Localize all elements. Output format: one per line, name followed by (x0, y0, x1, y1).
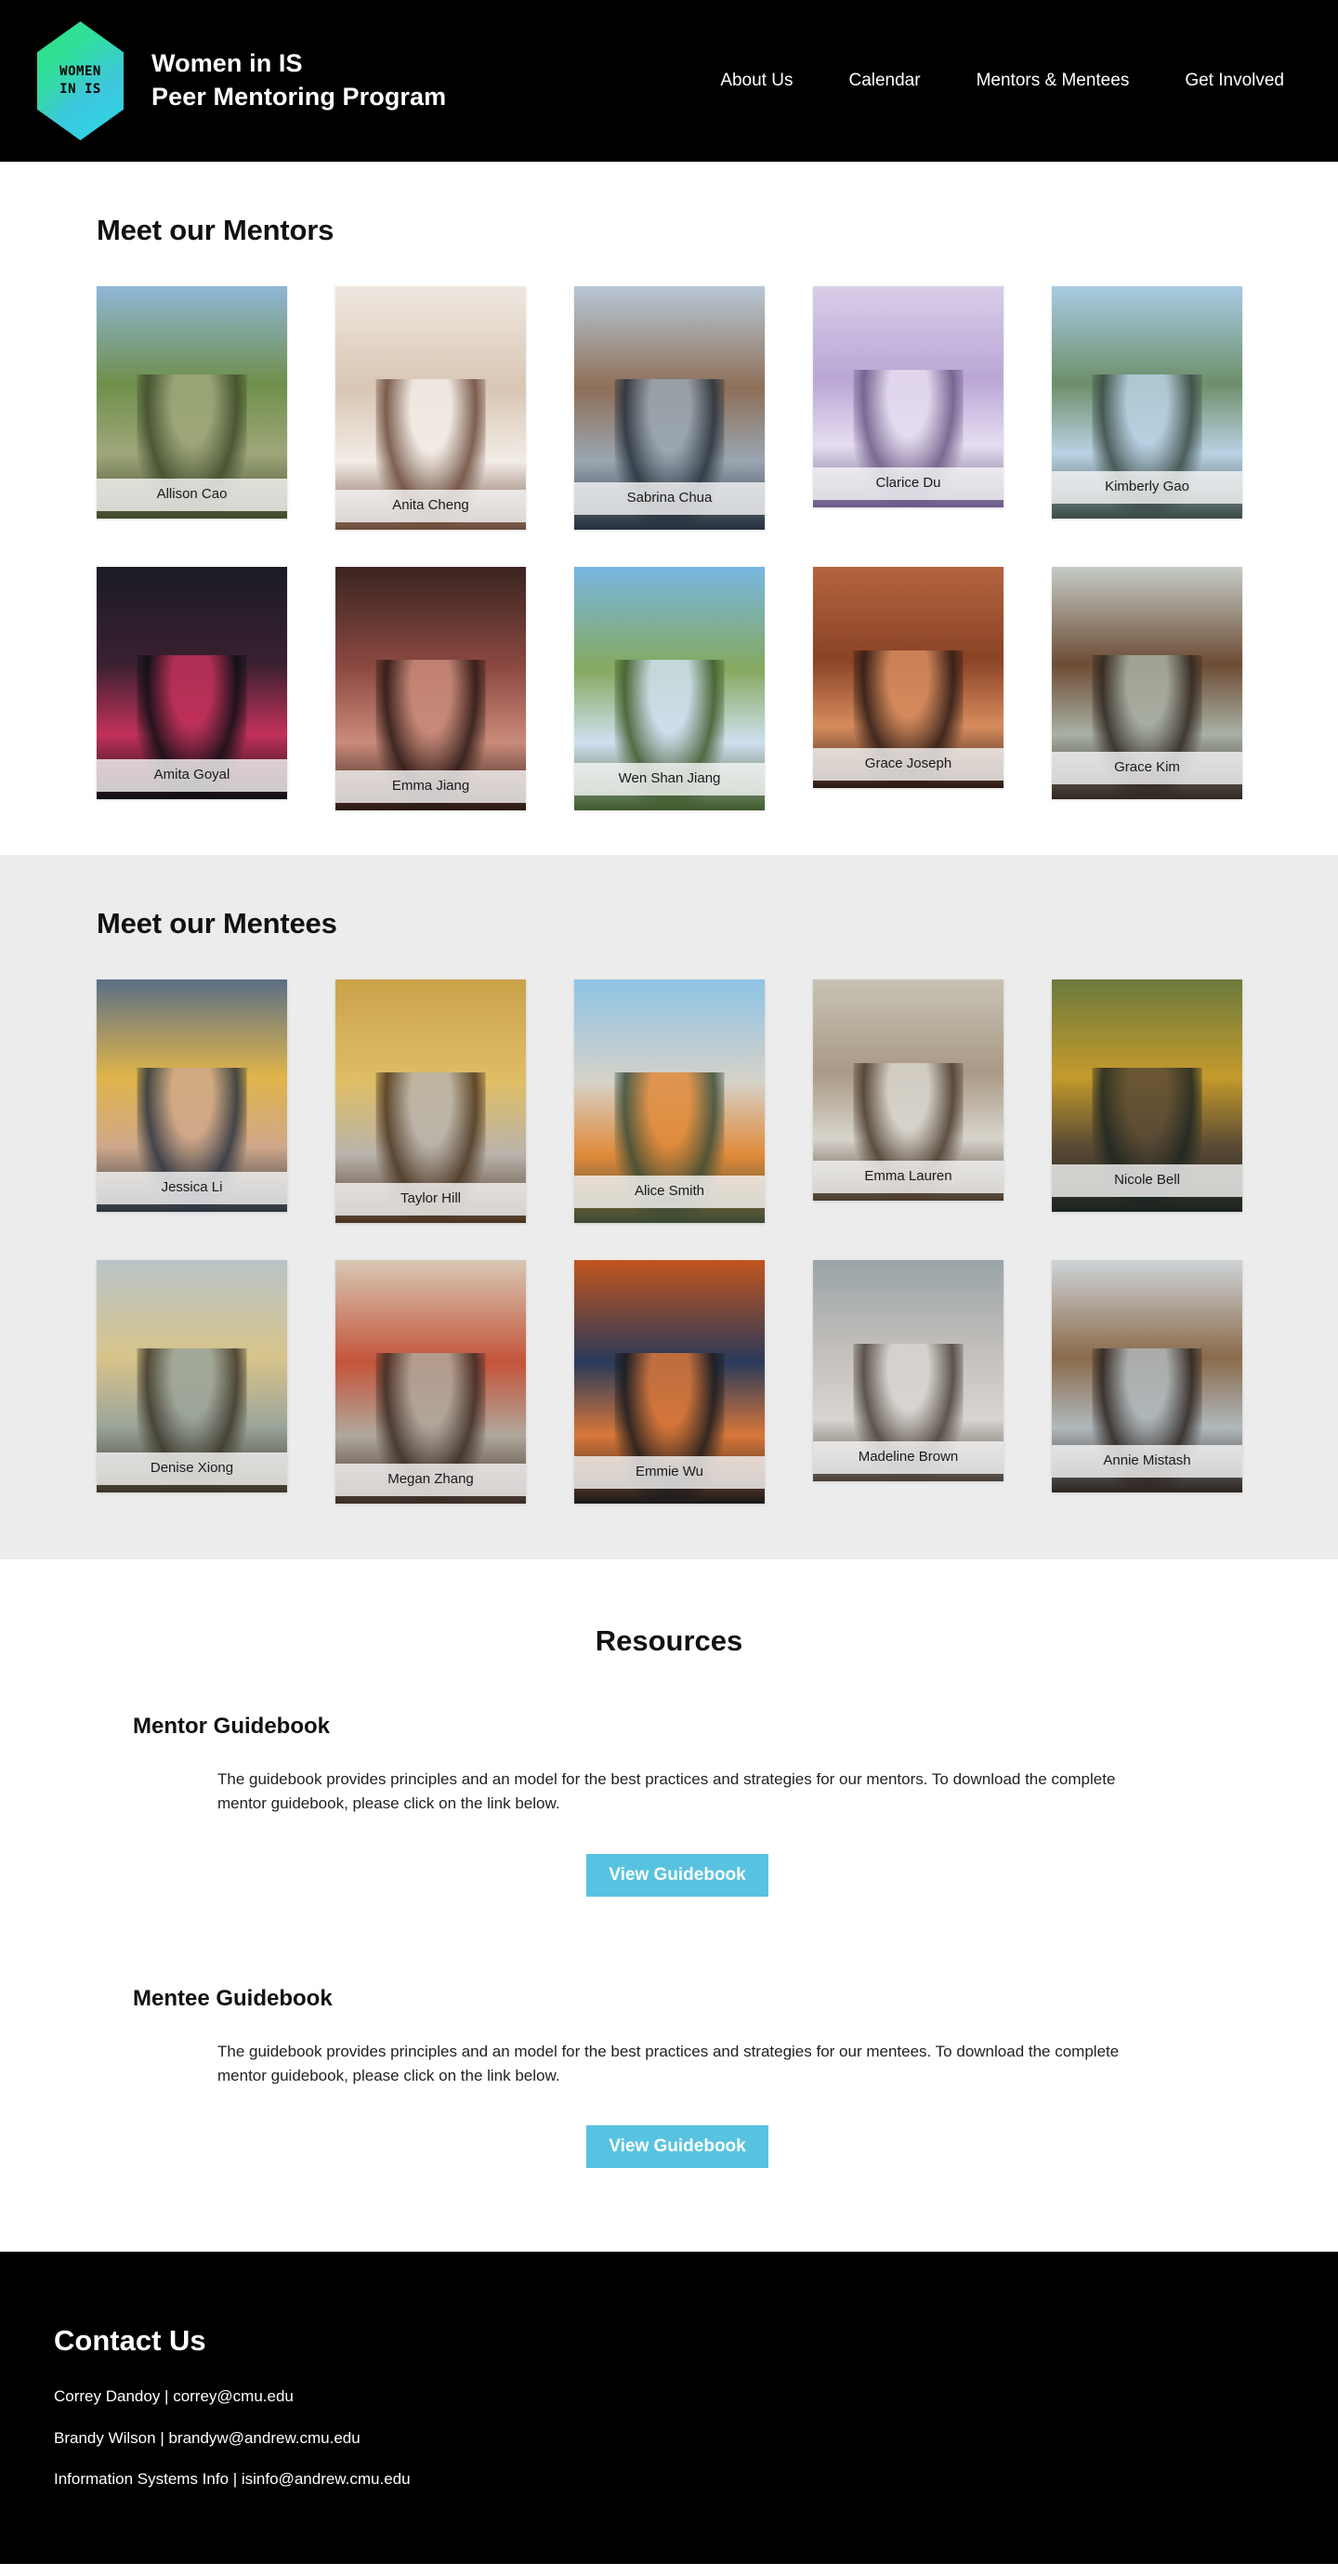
nav-item-calendar[interactable]: Calendar (848, 71, 920, 91)
logo-line-2: IN IS (59, 82, 101, 97)
person-name-label: Allison Cao (97, 478, 287, 511)
person-card[interactable]: Madeline Brown (813, 1260, 1004, 1481)
brand-title-line-1: Women in IS (151, 49, 303, 78)
person-card[interactable]: Grace Kim (1052, 567, 1242, 799)
person-name-label: Emma Jiang (335, 769, 526, 803)
footer-contact-3[interactable]: Information Systems Info | isinfo@andrew… (54, 2470, 411, 2489)
person-name-label: Wen Shan Jiang (574, 762, 765, 795)
mentee-guidebook-button-wrap: View Guidebook (217, 2125, 1137, 2169)
mentor-guidebook-button-wrap: View Guidebook (217, 1853, 1137, 1897)
resources-section: Resources Mentor Guidebook The guidebook… (0, 1559, 1338, 2253)
person-name-label: Nicole Bell (1052, 1163, 1242, 1197)
person-name-label: Taylor Hill (335, 1182, 526, 1216)
person-card[interactable]: Annie Mistash (1052, 1260, 1242, 1492)
mentees-section: Meet our Mentees Jessica Li Taylor Hill Al… (0, 855, 1338, 1559)
brand-title: Women in IS Peer Mentoring Program (151, 47, 446, 113)
footer-title: Contact Us (54, 2324, 206, 2358)
person-name-label: Clarice Du (813, 467, 1004, 500)
person-card[interactable]: Grace Joseph (813, 567, 1004, 788)
mentee-guidebook-block: Mentee Guidebook The guidebook provides … (0, 1986, 1338, 2169)
footer-logo-line-1: WOMEN (1168, 2331, 1216, 2349)
person-card[interactable]: Kimberly Gao (1052, 286, 1242, 519)
mentors-row-1: Allison Cao Anita Cheng Sabrina Chua Claric… (0, 286, 1338, 530)
mentee-view-guidebook-button[interactable]: View Guidebook (586, 2125, 768, 2169)
person-card[interactable]: Nicole Bell (1052, 979, 1242, 1212)
mentor-guidebook-heading: Mentor Guidebook (133, 1714, 330, 1739)
nav-item-mentors-mentees[interactable]: Mentors & Mentees (977, 71, 1130, 91)
person-name-label: Alice Smith (574, 1175, 765, 1208)
mentor-view-guidebook-button[interactable]: View Guidebook (586, 1853, 768, 1897)
mentees-row-2: Denise Xiong Megan Zhang Emmie Wu Madeline … (0, 1260, 1338, 1504)
footer-contact-1[interactable]: Correy Dandoy | correy@cmu.edu (54, 2387, 411, 2406)
mentors-row-2: Amita Goyal Emma Jiang Wen Shan Jiang Grace… (0, 567, 1338, 810)
person-name-label: Grace Kim (1052, 751, 1242, 784)
person-name-label: Kimberly Gao (1052, 470, 1242, 504)
main-navigation: About Us Calendar Mentors & Mentees Get … (720, 71, 1284, 91)
person-name-label: Denise Xiong (97, 1452, 287, 1485)
person-name-label: Annie Mistash (1052, 1444, 1242, 1478)
logo-line-1: WOMEN (59, 64, 101, 80)
mentees-section-title: Meet our Mentees (97, 907, 337, 940)
footer-logo-wordmark: WOMEN IN IS (1143, 2330, 1241, 2370)
person-card[interactable]: Emmie Wu (574, 1260, 765, 1504)
footer-contact-block: Contact Us Correy Dandoy | correy@cmu.ed… (54, 2319, 411, 2489)
person-card[interactable]: Emma Jiang (335, 567, 526, 810)
logo-wordmark: WOMEN IN IS (59, 63, 101, 99)
person-name-label: Sabrina Chua (574, 481, 765, 515)
nav-item-about-us[interactable]: About Us (720, 71, 793, 91)
person-card[interactable]: Alice Smith (574, 979, 765, 1223)
mentee-guidebook-body: The guidebook provides principles and an… (217, 2042, 1120, 2085)
person-card[interactable]: Megan Zhang (335, 1260, 526, 1504)
brand-title-line-2: Peer Mentoring Program (151, 83, 447, 111)
footer-contact-2[interactable]: Brandy Wilson | brandyw@andrew.cmu.edu (54, 2429, 411, 2448)
person-name-label: Anita Cheng (335, 489, 526, 522)
footer-hexagon-shape: WOMEN IN IS (1143, 2330, 1241, 2465)
person-card[interactable]: Clarice Du (813, 286, 1004, 507)
person-card[interactable]: Amita Goyal (97, 567, 287, 799)
person-card[interactable]: Sabrina Chua (574, 286, 765, 530)
person-name-label: Grace Joseph (813, 747, 1004, 781)
resources-title: Resources (595, 1624, 743, 1657)
hexagon-shape: WOMEN IN IS (37, 21, 124, 140)
person-card[interactable]: Anita Cheng (335, 286, 526, 530)
site-footer: Contact Us Correy Dandoy | correy@cmu.ed… (0, 2252, 1338, 2564)
person-name-label: Megan Zhang (335, 1463, 526, 1496)
person-card[interactable]: Wen Shan Jiang (574, 567, 765, 810)
brand[interactable]: WOMEN IN IS Women in IS Peer Mentoring P… (37, 21, 446, 140)
mentor-guidebook-block: Mentor Guidebook The guidebook provides … (0, 1714, 1338, 1897)
person-name-label: Jessica Li (97, 1171, 287, 1204)
person-card[interactable]: Taylor Hill (335, 979, 526, 1223)
person-card[interactable]: Allison Cao (97, 286, 287, 519)
person-name-label: Amita Goyal (97, 758, 287, 792)
footer-women-in-is-logo-icon[interactable]: WOMEN IN IS (1143, 2330, 1241, 2465)
nav-item-get-involved[interactable]: Get Involved (1185, 71, 1284, 91)
person-card[interactable]: Denise Xiong (97, 1260, 287, 1492)
mentor-guidebook-body: The guidebook provides principles and an… (217, 1770, 1116, 1813)
women-in-is-logo-icon[interactable]: WOMEN IN IS (37, 21, 124, 140)
page-root: WOMEN IN IS Women in IS Peer Mentoring P… (0, 0, 1338, 2564)
footer-logo-line-2: IN IS (1168, 2350, 1216, 2369)
person-card[interactable]: Emma Lauren (813, 979, 1004, 1201)
person-name-label: Madeline Brown (813, 1440, 1004, 1474)
mentee-guidebook-heading: Mentee Guidebook (133, 1985, 333, 2011)
mentors-section: Meet our Mentors Allison Cao Anita Cheng S… (0, 162, 1338, 855)
mentors-section-title: Meet our Mentors (97, 214, 334, 246)
site-header: WOMEN IN IS Women in IS Peer Mentoring P… (0, 0, 1338, 162)
person-name-label: Emmie Wu (574, 1455, 765, 1489)
person-card[interactable]: Jessica Li (97, 979, 287, 1212)
mentees-row-1: Jessica Li Taylor Hill Alice Smith Emma Lau… (0, 979, 1338, 1223)
person-name-label: Emma Lauren (813, 1160, 1004, 1193)
